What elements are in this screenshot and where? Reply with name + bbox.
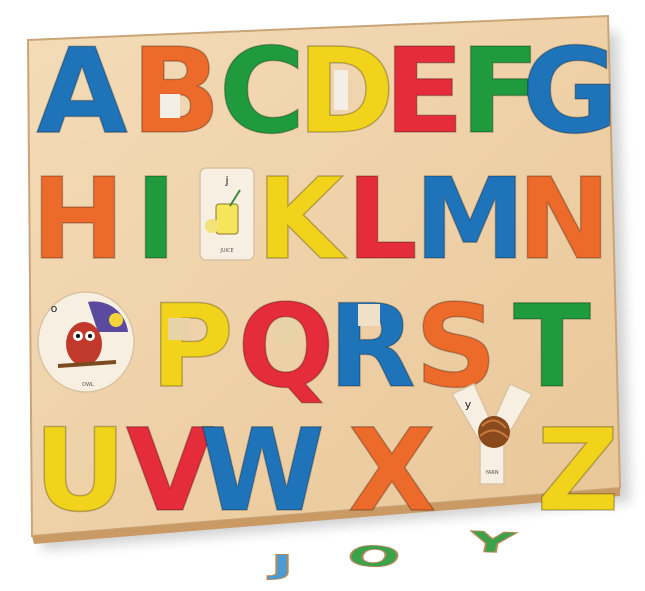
loose-piece-j[interactable]: J: [266, 548, 294, 581]
letter-piece-k[interactable]: K: [256, 154, 349, 286]
letter-piece-b[interactable]: B: [130, 21, 221, 161]
slot-caption: YARN: [484, 470, 499, 476]
letter-piece-l[interactable]: L: [346, 154, 419, 286]
letter-piece-c[interactable]: C: [218, 21, 306, 161]
empty-slot-o: o OWL: [37, 291, 135, 393]
hole-picture-r: [358, 304, 380, 326]
hole-picture-d: [334, 70, 348, 110]
slot-letter: o: [51, 302, 58, 315]
loose-piece-o[interactable]: O: [341, 538, 407, 575]
letter-piece-m[interactable]: M: [414, 154, 527, 286]
letter-piece-w[interactable]: W: [198, 403, 325, 538]
letter-piece-q[interactable]: Q: [237, 279, 335, 414]
empty-slot-j: j JUICE: [199, 167, 255, 261]
hole-picture-b: [160, 94, 180, 118]
letter-piece-r[interactable]: R: [327, 279, 416, 414]
letter-piece-n[interactable]: N: [516, 154, 611, 286]
letter-piece-e[interactable]: E: [383, 21, 465, 161]
hole-picture-q: [272, 318, 300, 346]
letter-piece-z[interactable]: Z: [536, 403, 620, 538]
loose-piece-y[interactable]: Y: [464, 525, 519, 561]
letter-piece-g[interactable]: G: [521, 21, 619, 161]
letter-piece-h[interactable]: H: [30, 154, 125, 286]
letter-piece-u[interactable]: U: [33, 403, 127, 538]
slot-letter: j: [224, 174, 228, 187]
slot-letter: y: [465, 398, 472, 411]
yarn-picture: [478, 416, 510, 448]
letter-piece-a[interactable]: A: [36, 21, 129, 161]
letter-piece-i[interactable]: I: [134, 154, 177, 286]
slot-caption: OWL: [82, 382, 94, 388]
slot-caption: JUICE: [219, 248, 233, 254]
letter-piece-p[interactable]: P: [149, 279, 234, 414]
hole-picture-p: [168, 318, 190, 340]
letter-piece-x[interactable]: X: [347, 403, 436, 538]
alphabet-puzzle-photo: ABCDEFGHIKLMNPQRSTUVWXZ j JUICE o OWL y: [26, 14, 630, 581]
